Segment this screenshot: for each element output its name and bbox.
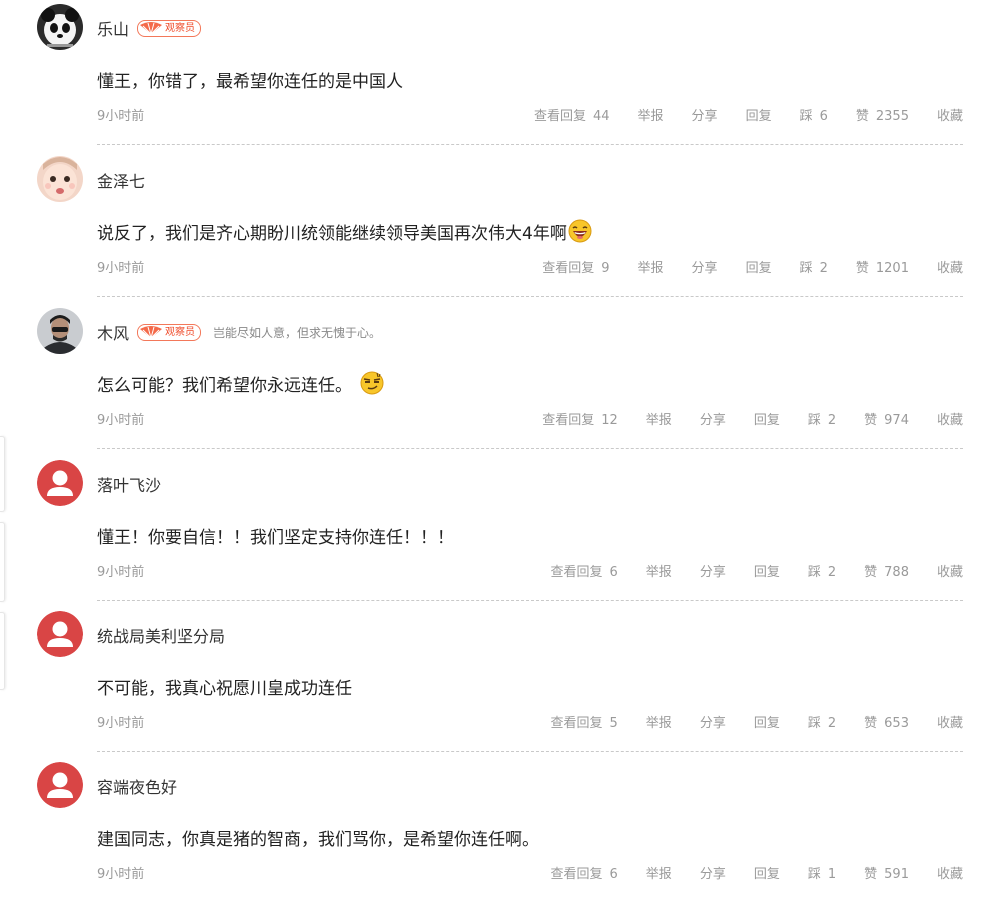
view-replies-button[interactable]: 查看回复 6 bbox=[551, 863, 618, 882]
comment-item: 落叶飞沙 懂王！你要自信！！我们坚定支持你连任！！！ 9小时前 查看回复 6 举报… bbox=[0, 456, 1007, 607]
share-button[interactable]: 分享 bbox=[692, 257, 718, 276]
comment-actions: 查看回复 6 举报 分享 回复 踩2 赞 788 收藏 bbox=[551, 561, 964, 580]
username[interactable]: 统战局美利坚分局 bbox=[97, 623, 225, 647]
share-button[interactable]: 分享 bbox=[700, 863, 726, 882]
comment-content: 不可能，我真心祝愿川皇成功连任 bbox=[97, 673, 352, 699]
default-user-avatar[interactable] bbox=[37, 611, 83, 657]
share-button[interactable]: 分享 bbox=[700, 409, 726, 428]
comment-text: 懂王！你要自信！！我们坚定支持你连任！！！ bbox=[97, 527, 454, 548]
smug-emoji-icon bbox=[360, 371, 384, 395]
username[interactable]: 木风 bbox=[97, 320, 129, 344]
comment-actions: 查看回复 6 举报 分享 回复 踩1 赞 591 收藏 bbox=[551, 863, 964, 882]
reply-button[interactable]: 回复 bbox=[754, 712, 780, 731]
fan-badge-icon bbox=[140, 22, 163, 34]
comment-time: 9小时前 bbox=[97, 565, 145, 580]
fan-badge-icon bbox=[140, 326, 163, 338]
comment-item: 金泽七 说反了，我们是齐心期盼川统领能继续领导美国再次伟大4年啊 9小时前 查看… bbox=[0, 152, 1007, 303]
person-photo-avatar[interactable] bbox=[37, 308, 83, 354]
favorite-button[interactable]: 收藏 bbox=[937, 105, 963, 124]
observer-badge: 观察员 bbox=[137, 323, 202, 341]
divider bbox=[97, 448, 963, 449]
like-button[interactable]: 赞 591 bbox=[864, 863, 909, 882]
username[interactable]: 乐山 bbox=[97, 16, 129, 40]
dislike-button[interactable]: 踩2 bbox=[808, 561, 836, 580]
comment-content: 说反了，我们是齐心期盼川统领能继续领导美国再次伟大4年啊 bbox=[97, 218, 592, 244]
reply-button[interactable]: 回复 bbox=[746, 105, 772, 124]
favorite-button[interactable]: 收藏 bbox=[937, 712, 963, 731]
divider bbox=[97, 600, 963, 601]
comment-actions: 查看回复 44 举报 分享 回复 踩6 赞 2355 收藏 bbox=[534, 105, 963, 124]
view-replies-button[interactable]: 查看回复 12 bbox=[542, 409, 618, 428]
dislike-button[interactable]: 踩2 bbox=[808, 409, 836, 428]
badge-label: 观察员 bbox=[165, 326, 196, 338]
share-button[interactable]: 分享 bbox=[692, 105, 718, 124]
share-button[interactable]: 分享 bbox=[700, 561, 726, 580]
like-button[interactable]: 赞 974 bbox=[864, 409, 909, 428]
badge-label: 观察员 bbox=[165, 22, 196, 34]
username[interactable]: 落叶飞沙 bbox=[97, 472, 161, 496]
comment-actions: 查看回复 9 举报 分享 回复 踩2 赞 1201 收藏 bbox=[542, 257, 963, 276]
favorite-button[interactable]: 收藏 bbox=[937, 863, 963, 882]
comment-actions: 查看回复 12 举报 分享 回复 踩2 赞 974 收藏 bbox=[542, 409, 963, 428]
reply-button[interactable]: 回复 bbox=[754, 863, 780, 882]
default-user-avatar[interactable] bbox=[37, 762, 83, 808]
comment-content: 懂王！你要自信！！我们坚定支持你连任！！！ bbox=[97, 522, 454, 548]
divider bbox=[97, 144, 963, 145]
report-button[interactable]: 举报 bbox=[646, 712, 672, 731]
comment-text: 懂王，你错了，最希望你连任的是中国人 bbox=[97, 71, 403, 92]
report-button[interactable]: 举报 bbox=[646, 863, 672, 882]
dislike-button[interactable]: 踩6 bbox=[800, 105, 828, 124]
comment-time: 9小时前 bbox=[97, 867, 145, 882]
like-button[interactable]: 赞 2355 bbox=[856, 105, 909, 124]
comment-item: 容端夜色好 建国同志，你真是猪的智商，我们骂你，是希望你连任啊。 9小时前 查看… bbox=[0, 758, 1007, 909]
username[interactable]: 容端夜色好 bbox=[97, 774, 177, 798]
view-replies-button[interactable]: 查看回复 5 bbox=[551, 712, 618, 731]
dislike-button[interactable]: 踩2 bbox=[808, 712, 836, 731]
reply-button[interactable]: 回复 bbox=[746, 257, 772, 276]
report-button[interactable]: 举报 bbox=[638, 257, 664, 276]
comment-item: 统战局美利坚分局 不可能，我真心祝愿川皇成功连任 9小时前 查看回复 5 举报 分… bbox=[0, 607, 1007, 758]
report-button[interactable]: 举报 bbox=[646, 409, 672, 428]
observer-badge: 观察员 bbox=[137, 19, 202, 37]
divider bbox=[97, 296, 963, 297]
like-button[interactable]: 赞 1201 bbox=[856, 257, 909, 276]
comment-content: 怎么可能？我们希望你永远连任。 bbox=[97, 370, 384, 396]
share-button[interactable]: 分享 bbox=[700, 712, 726, 731]
divider bbox=[97, 751, 963, 752]
reply-button[interactable]: 回复 bbox=[754, 409, 780, 428]
like-button[interactable]: 赞 788 bbox=[864, 561, 909, 580]
comment-time: 9小时前 bbox=[97, 261, 145, 276]
comment-content: 建国同志，你真是猪的智商，我们骂你，是希望你连任啊。 bbox=[97, 824, 539, 850]
view-replies-button[interactable]: 查看回复 6 bbox=[551, 561, 618, 580]
user-signature: 岂能尽如人意，但求无愧于心。 bbox=[213, 325, 382, 340]
username[interactable]: 金泽七 bbox=[97, 168, 145, 192]
report-button[interactable]: 举报 bbox=[646, 561, 672, 580]
panda-avatar[interactable] bbox=[37, 4, 83, 50]
favorite-button[interactable]: 收藏 bbox=[937, 409, 963, 428]
comment-actions: 查看回复 5 举报 分享 回复 踩2 赞 653 收藏 bbox=[551, 712, 964, 731]
comment-item: 乐山 观察员 懂王，你错了，最希望你连任的是中国人 9小时前 查看回复 44 举报… bbox=[0, 0, 1007, 151]
baby-photo-avatar[interactable] bbox=[37, 156, 83, 202]
comment-time: 9小时前 bbox=[97, 413, 145, 428]
view-replies-button[interactable]: 查看回复 44 bbox=[534, 105, 610, 124]
comment-content: 懂王，你错了，最希望你连任的是中国人 bbox=[97, 66, 403, 92]
report-button[interactable]: 举报 bbox=[638, 105, 664, 124]
default-user-avatar[interactable] bbox=[37, 460, 83, 506]
comment-text: 说反了，我们是齐心期盼川统领能继续领导美国再次伟大4年啊 bbox=[97, 223, 567, 244]
favorite-button[interactable]: 收藏 bbox=[937, 257, 963, 276]
laughing-emoji-icon bbox=[568, 219, 592, 243]
comment-time: 9小时前 bbox=[97, 716, 145, 731]
reply-button[interactable]: 回复 bbox=[754, 561, 780, 580]
comment-text: 建国同志，你真是猪的智商，我们骂你，是希望你连任啊。 bbox=[97, 829, 539, 850]
dislike-button[interactable]: 踩2 bbox=[800, 257, 828, 276]
view-replies-button[interactable]: 查看回复 9 bbox=[542, 257, 609, 276]
comment-item: 木风 观察员 岂能尽如人意，但求无愧于心。 怎么可能？我们希望你永远连任。 9小… bbox=[0, 304, 1007, 455]
comment-text: 怎么可能？我们希望你永远连任。 bbox=[97, 375, 352, 396]
comment-time: 9小时前 bbox=[97, 109, 145, 124]
like-button[interactable]: 赞 653 bbox=[864, 712, 909, 731]
favorite-button[interactable]: 收藏 bbox=[937, 561, 963, 580]
comment-text: 不可能，我真心祝愿川皇成功连任 bbox=[97, 678, 352, 699]
dislike-button[interactable]: 踩1 bbox=[808, 863, 836, 882]
